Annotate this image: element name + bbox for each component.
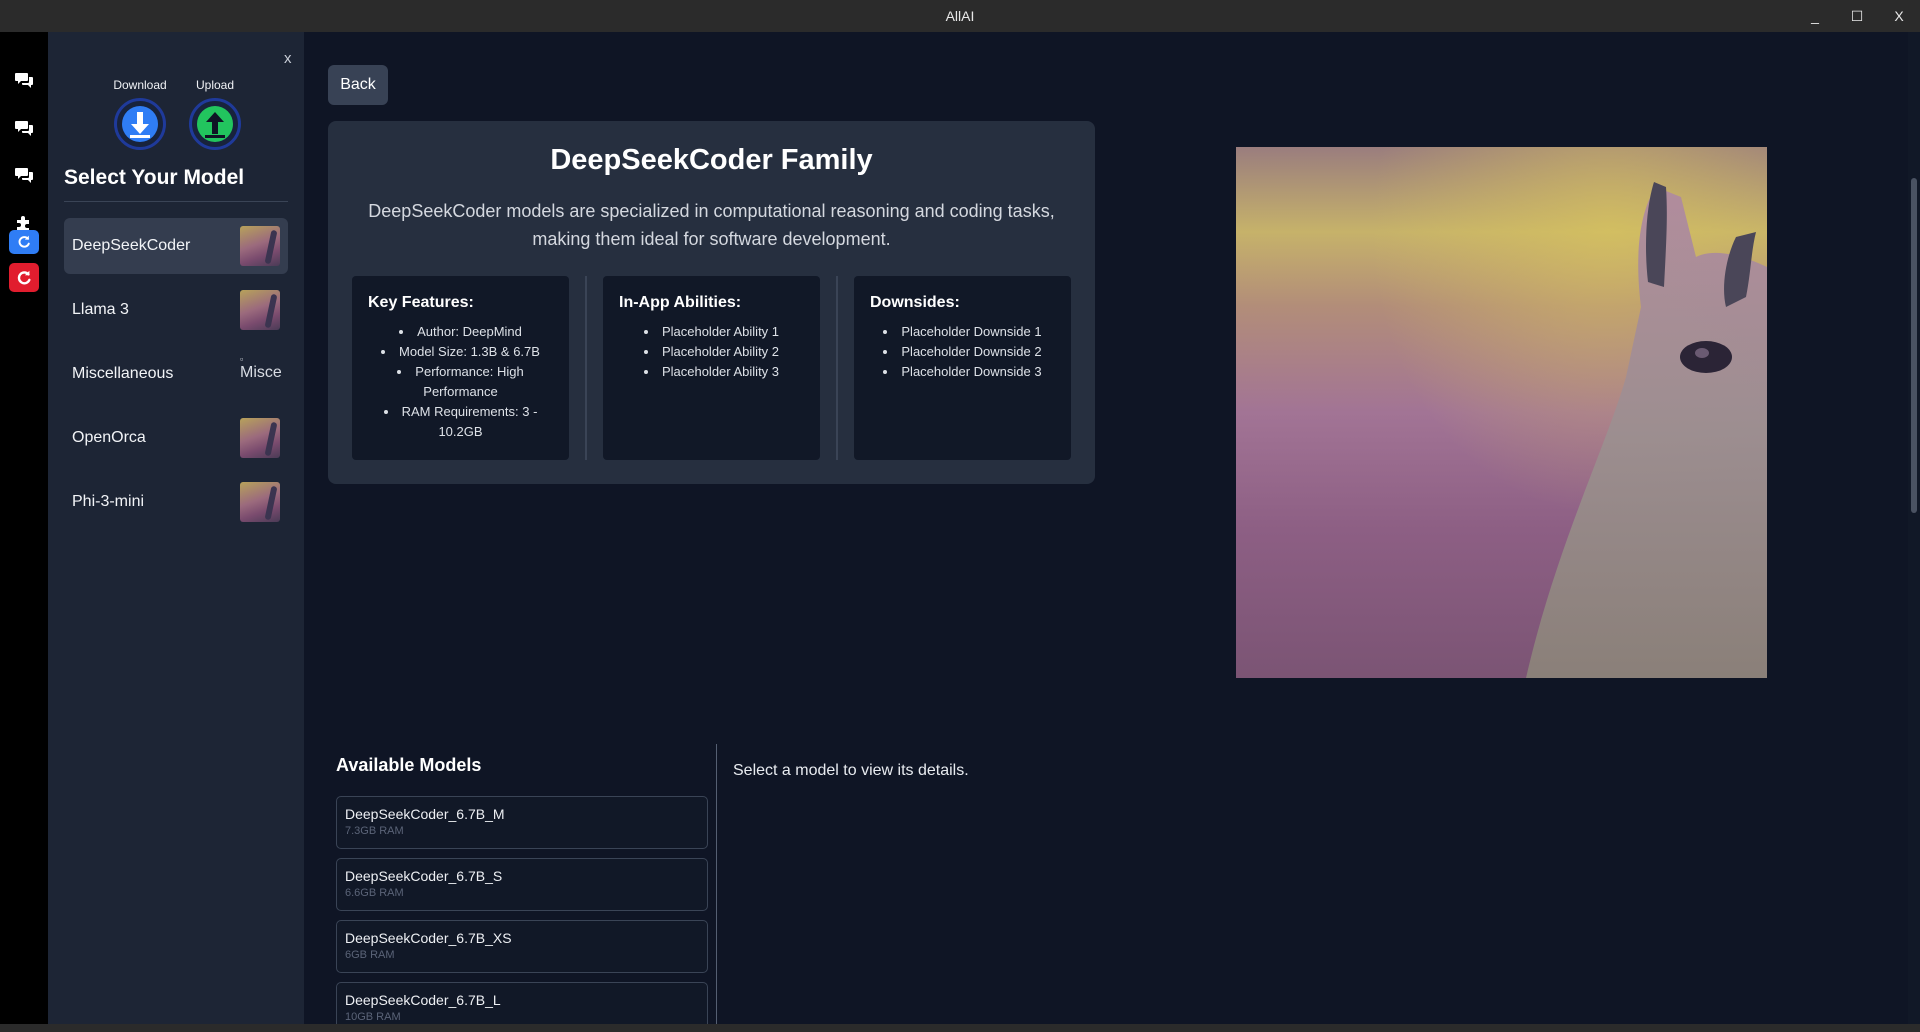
scrollbar-thumb[interactable] xyxy=(1911,178,1917,513)
available-models-list: DeepSeekCoder_6.7B_M 7.3GB RAM DeepSeekC… xyxy=(336,796,708,1024)
family-description: DeepSeekCoder models are specialized in … xyxy=(368,201,1055,249)
llama-illustration xyxy=(1526,182,1767,678)
model-thumbnail xyxy=(240,226,280,266)
window-controls: _ ☐ X xyxy=(1794,0,1920,32)
available-models-title: Available Models xyxy=(336,755,482,775)
broken-image-icon: ▫ xyxy=(240,354,244,364)
model-family-item-openorca[interactable]: OpenOrca xyxy=(64,410,288,466)
model-name: DeepSeekCoder_6.7B_M xyxy=(345,806,505,822)
window-title: AllAI xyxy=(945,8,975,24)
divider xyxy=(836,276,838,460)
list-item: Placeholder Ability 2 xyxy=(619,342,804,362)
minimize-button[interactable]: _ xyxy=(1794,0,1836,32)
download-label: Download xyxy=(113,78,167,92)
list-item: Model Size: 1.3B & 6.7B xyxy=(368,342,553,362)
maximize-button[interactable]: ☐ xyxy=(1836,0,1878,32)
model-family-item-miscellaneous[interactable]: Miscellaneous ▫ Misce xyxy=(64,346,288,402)
abilities-box: In-App Abilities: Placeholder Ability 1 … xyxy=(603,276,820,460)
details-divider xyxy=(716,744,717,1024)
family-title: DeepSeekCoder Family xyxy=(550,144,873,176)
divider xyxy=(64,201,288,202)
key-features-list: Author: DeepMind Model Size: 1.3B & 6.7B… xyxy=(368,322,553,442)
key-features-box: Key Features: Author: DeepMind Model Siz… xyxy=(352,276,569,460)
available-model-item[interactable]: DeepSeekCoder_6.7B_L 10GB RAM xyxy=(336,982,708,1024)
family-hero-image xyxy=(1236,147,1767,678)
abilities-title: In-App Abilities: xyxy=(619,294,742,311)
key-features-title: Key Features: xyxy=(368,294,474,311)
model-family-item-deepseekcoder[interactable]: DeepSeekCoder xyxy=(64,218,288,274)
icon-rail xyxy=(0,32,48,1024)
model-family-card: DeepSeekCoder Family DeepSeekCoder model… xyxy=(328,121,1095,484)
refresh-icon xyxy=(18,235,30,248)
select-model-heading: Select Your Model xyxy=(64,166,245,189)
upload-label: Upload xyxy=(195,78,235,92)
refresh-red-button[interactable] xyxy=(9,263,39,292)
model-family-name: Llama 3 xyxy=(72,301,129,318)
close-sidebar-button[interactable]: x xyxy=(284,50,292,67)
broken-image-thumbnail: ▫ Misce xyxy=(240,354,282,394)
abilities-list: Placeholder Ability 1 Placeholder Abilit… xyxy=(619,322,804,382)
list-item: Placeholder Downside 3 xyxy=(870,362,1055,382)
downsides-list: Placeholder Downside 1 Placeholder Downs… xyxy=(870,322,1055,382)
available-model-item[interactable]: DeepSeekCoder_6.7B_S 6.6GB RAM xyxy=(336,858,708,911)
upload-icon xyxy=(189,98,241,150)
download-icon xyxy=(114,98,166,150)
upload-button[interactable]: Upload xyxy=(175,78,255,150)
model-family-name: Miscellaneous xyxy=(72,365,174,382)
model-thumbnail xyxy=(240,418,280,458)
page-scrollbar[interactable] xyxy=(1908,32,1920,1024)
model-ram: 10GB RAM xyxy=(345,1011,401,1023)
chat-icon[interactable] xyxy=(9,65,39,95)
model-sidebar: x Download Upload Select Your Model Deep… xyxy=(48,32,304,1024)
divider xyxy=(585,276,587,460)
list-item: Placeholder Ability 1 xyxy=(619,322,804,342)
close-window-button[interactable]: X xyxy=(1878,0,1920,32)
model-ram: 6.6GB RAM xyxy=(345,887,404,899)
title-bar: AllAI _ ☐ X xyxy=(0,0,1920,32)
model-name: DeepSeekCoder_6.7B_L xyxy=(345,992,501,1008)
model-family-name: DeepSeekCoder xyxy=(72,237,191,254)
model-family-name: Phi-3-mini xyxy=(72,493,145,510)
list-item: Placeholder Downside 1 xyxy=(870,322,1055,342)
back-button[interactable]: Back xyxy=(328,65,388,105)
model-name: DeepSeekCoder_6.7B_S xyxy=(345,868,503,884)
model-family-list: DeepSeekCoder Llama 3 Miscellaneous ▫ Mi… xyxy=(64,218,288,538)
available-model-item[interactable]: DeepSeekCoder_6.7B_XS 6GB RAM xyxy=(336,920,708,973)
refresh-blue-button[interactable] xyxy=(9,230,39,254)
chat-icon[interactable] xyxy=(9,113,39,143)
window-bottom-border xyxy=(0,1024,1920,1032)
model-family-item-phi-3-mini[interactable]: Phi-3-mini xyxy=(64,474,288,530)
list-item: Performance: High Performance xyxy=(368,362,553,402)
model-ram: 6GB RAM xyxy=(345,949,395,961)
model-ram: 7.3GB RAM xyxy=(345,825,404,837)
chat-icon[interactable] xyxy=(9,160,39,190)
model-family-item-llama-3[interactable]: Llama 3 xyxy=(64,282,288,338)
downsides-box: Downsides: Placeholder Downside 1 Placeh… xyxy=(854,276,1071,460)
download-button[interactable]: Download xyxy=(100,78,180,150)
list-item: RAM Requirements: 3 - 10.2GB xyxy=(368,402,553,442)
available-model-item[interactable]: DeepSeekCoder_6.7B_M 7.3GB RAM xyxy=(336,796,708,849)
list-item: Placeholder Ability 3 xyxy=(619,362,804,382)
broken-image-alt: Misce xyxy=(240,364,282,381)
model-family-name: OpenOrca xyxy=(72,429,146,446)
downsides-title: Downsides: xyxy=(870,294,960,311)
refresh-icon xyxy=(17,270,31,284)
list-item: Placeholder Downside 2 xyxy=(870,342,1055,362)
model-thumbnail xyxy=(240,290,280,330)
model-thumbnail xyxy=(240,482,280,522)
model-details-placeholder: Select a model to view its details. xyxy=(733,762,969,779)
model-name: DeepSeekCoder_6.7B_XS xyxy=(345,930,512,946)
list-item: Author: DeepMind xyxy=(368,322,553,342)
